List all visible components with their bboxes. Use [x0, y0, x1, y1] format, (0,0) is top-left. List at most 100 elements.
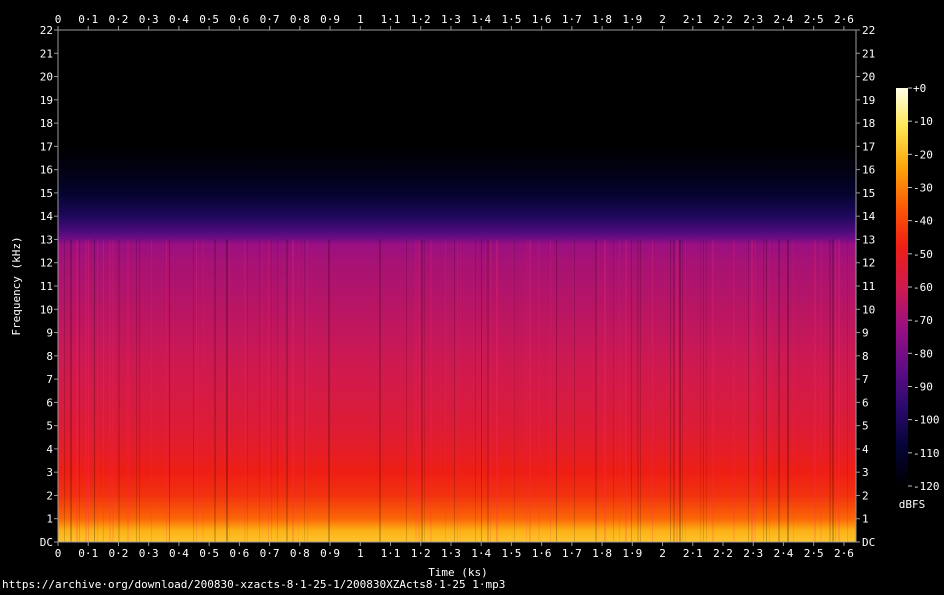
spectral-stripe: [76, 239, 78, 542]
x-tick-label-top: 1·8: [592, 13, 612, 26]
colorbar-tick-label: -80: [913, 347, 933, 360]
y-tick-label-right: 4: [862, 443, 869, 456]
y-tick-label-left: 12: [40, 257, 53, 270]
x-tick-label-top: 0·1: [78, 13, 98, 26]
x-tick-label-bottom: 0·1: [78, 547, 98, 560]
x-tick-label-bottom: 2·3: [743, 547, 763, 560]
spectral-stripe: [94, 239, 95, 542]
spectral-stripe: [838, 239, 840, 542]
spectral-stripe: [676, 239, 678, 542]
y-tick-label-left: 5: [46, 420, 53, 433]
spectral-stripe: [298, 239, 299, 542]
spectrogram-svg: 0 0·1 0·2 0·3 0·4 0·5 0·6 0·7 0·8 0·9 1 1·1 1·2 1·3 1·…: [2, 13, 940, 591]
y-tick-label-left: 14: [40, 210, 54, 223]
spectral-stripe: [598, 239, 599, 542]
spectral-stripe: [268, 239, 269, 542]
spectral-stripe: [751, 239, 753, 542]
spectral-stripe: [271, 239, 272, 542]
y-tick-label-left: 6: [46, 396, 53, 409]
x-tick-label-bottom: 2·2: [713, 547, 733, 560]
spectral-stripe: [679, 239, 681, 542]
x-tick-label-bottom: 2·1: [683, 547, 703, 560]
spectral-stripe: [496, 239, 498, 542]
x-tick-label-bottom: 2·6: [834, 547, 854, 560]
spectral-stripe: [556, 239, 557, 542]
spectral-stripe: [88, 239, 89, 542]
spectral-stripe: [682, 239, 683, 542]
y-tick-label-left: 9: [46, 327, 53, 340]
y-tick-label-left: 1: [46, 513, 53, 526]
y-tick-label-right: 10: [862, 303, 875, 316]
y-tick-label-left: 10: [40, 303, 53, 316]
x-tick-label-top: 0·8: [290, 13, 310, 26]
x-tick-label-bottom: 1: [357, 547, 364, 560]
spectral-stripe: [769, 239, 770, 542]
y-tick-label-right: 16: [862, 164, 875, 177]
spectral-stripe: [406, 239, 407, 542]
y-tick-label-left: 17: [40, 140, 53, 153]
spectral-stripe: [286, 239, 288, 542]
spectral-stripe: [460, 239, 461, 542]
spectral-stripe: [193, 239, 194, 542]
x-tick-label-bottom: 1·4: [471, 547, 491, 560]
spectral-stripe: [418, 239, 420, 542]
y-tick-label-right: 12: [862, 257, 875, 270]
x-tick-label-top: 1·2: [411, 13, 431, 26]
colorbar-tick-label: -120: [913, 480, 940, 493]
spectral-stripe: [118, 239, 120, 542]
spectral-stripe: [85, 239, 87, 542]
x-tick-label-top: 0·2: [109, 13, 129, 26]
spectral-stripe: [793, 239, 794, 542]
x-tick-label-bottom: 0·9: [320, 547, 340, 560]
y-tick-label-left: 11: [40, 280, 53, 293]
y-tick-label-left: 13: [40, 233, 53, 246]
spectral-stripe: [526, 239, 527, 542]
y-tick-label-right: 11: [862, 280, 875, 293]
colorbar-tick-label: -100: [913, 414, 940, 427]
colorbar-tick-label: -40: [913, 215, 933, 228]
colorbar-tick-label: -30: [913, 182, 933, 195]
spectral-stripe: [814, 239, 816, 542]
spectral-stripe: [169, 239, 170, 542]
spectral-stripe: [112, 239, 114, 542]
y-tick-label-left: 8: [46, 350, 53, 363]
x-tick-label-bottom: 2·4: [774, 547, 794, 560]
x-tick-label-bottom: 1·3: [441, 547, 461, 560]
y-tick-label-right: 20: [862, 71, 875, 84]
spectral-stripe: [847, 239, 848, 542]
spectral-stripe: [631, 239, 632, 542]
colorbar-tick-label: -110: [913, 447, 940, 460]
spectral-stripe: [424, 239, 425, 542]
y-tick-label-left: DC: [40, 536, 53, 549]
spectral-stripe: [445, 239, 446, 542]
x-tick-label-top: 2·2: [713, 13, 733, 26]
y-tick-label-right: 5: [862, 420, 869, 433]
y-tick-label-right: 1: [862, 513, 869, 526]
spectral-stripe: [379, 239, 381, 542]
x-tick-label-bottom: 0·5: [199, 547, 219, 560]
y-tick-label-left: 7: [46, 373, 53, 386]
spectrogram-area: [58, 30, 856, 542]
y-tick-label-left: 16: [40, 164, 53, 177]
y-tick-label-right: DC: [862, 536, 875, 549]
x-axis-top: 0 0·1 0·2 0·3 0·4 0·5 0·6 0·7 0·8 0·9 1 1·1 1·2 1·3 1·…: [55, 13, 854, 30]
spectral-stripe: [754, 239, 756, 542]
y-axis-label: Frequency (kHz): [10, 236, 23, 335]
x-tick-label-bottom: 0·2: [109, 547, 129, 560]
y-tick-label-right: 14: [862, 210, 876, 223]
y-tick-label-left: 3: [46, 466, 53, 479]
spectral-stripe: [673, 239, 675, 542]
colorbar-ticks: +0 -10 -20 -30 -40 -50 -60 -70 -80 -90 -100 -110 -12…: [908, 82, 940, 493]
x-tick-label-top: 0·9: [320, 13, 340, 26]
x-tick-label-top: 0·6: [229, 13, 249, 26]
x-tick-label-top: 1·6: [532, 13, 552, 26]
x-tick-label-top: 0·5: [199, 13, 219, 26]
spectrogram-chart: 0 0·1 0·2 0·3 0·4 0·5 0·6 0·7 0·8 0·9 1 1·1 1·2 1·3 1·…: [0, 0, 944, 591]
y-tick-label-left: 15: [40, 187, 53, 200]
spectral-stripe: [514, 239, 515, 542]
spectral-stripe: [166, 239, 167, 542]
spectral-stripe: [139, 239, 140, 542]
x-tick-label-top: 2·6: [834, 13, 854, 26]
x-tick-label-top: 2·1: [683, 13, 703, 26]
spectral-stripe: [652, 239, 653, 542]
